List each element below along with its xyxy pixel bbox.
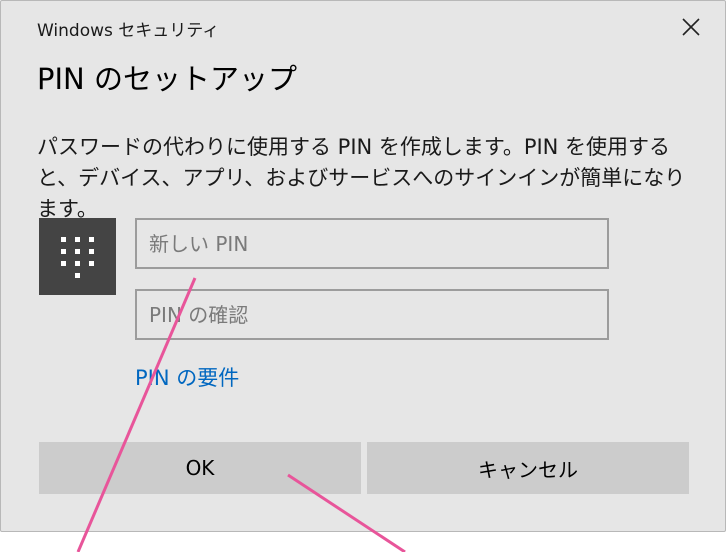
dialog-heading: PIN のセットアップ (37, 62, 297, 96)
pin-setup-dialog: Windows セキュリティ PIN のセットアップ パスワードの代わりに使用す… (0, 0, 726, 532)
cancel-button[interactable]: キャンセル (367, 442, 689, 494)
new-pin-field (135, 218, 609, 269)
close-icon (682, 18, 700, 36)
new-pin-input[interactable] (137, 220, 607, 267)
close-button[interactable] (669, 9, 713, 45)
pin-tile (39, 218, 116, 295)
ok-button[interactable]: OK (39, 442, 361, 494)
confirm-pin-field (135, 289, 609, 340)
keypad-icon (61, 237, 94, 278)
dialog-description: パスワードの代わりに使用する PIN を作成します。PIN を使用すると、デバイ… (37, 135, 686, 221)
confirm-pin-input[interactable] (137, 291, 607, 338)
pin-requirements-link[interactable]: PIN の要件 (135, 362, 239, 392)
window-title: Windows セキュリティ (37, 21, 220, 41)
